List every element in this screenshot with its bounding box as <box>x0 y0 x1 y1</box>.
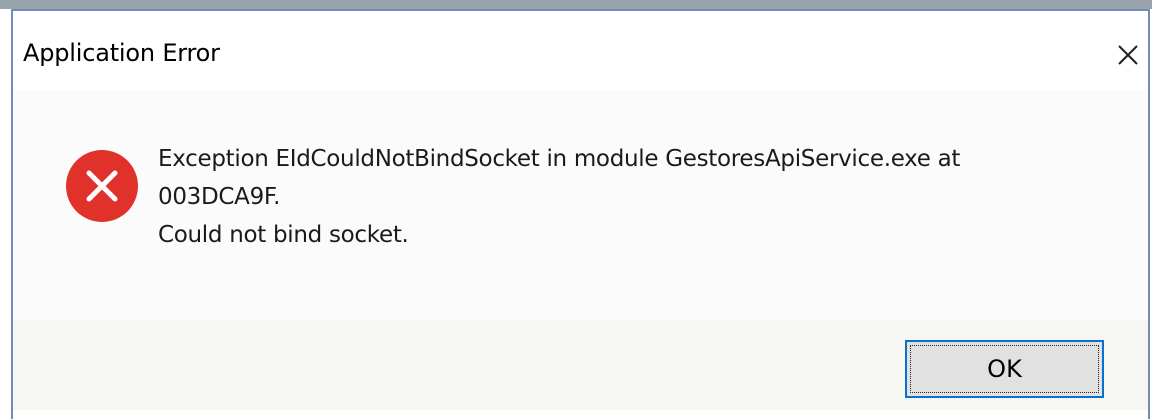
dialog-title: Application Error <box>23 39 220 67</box>
ok-button-label: OK <box>987 355 1022 383</box>
message-line: Exception EIdCouldNotBindSocket in modul… <box>158 146 961 172</box>
close-button[interactable] <box>1110 37 1146 73</box>
message-line: 003DCA9F. <box>158 184 281 210</box>
error-icon <box>64 148 140 224</box>
close-icon <box>1118 45 1138 65</box>
error-message: Exception EIdCouldNotBindSocket in modul… <box>158 140 1098 254</box>
ok-button[interactable]: OK <box>905 340 1104 398</box>
message-line: Could not bind socket. <box>158 222 409 248</box>
title-bar[interactable]: Application Error <box>13 11 1148 101</box>
background-strip <box>0 0 1152 9</box>
